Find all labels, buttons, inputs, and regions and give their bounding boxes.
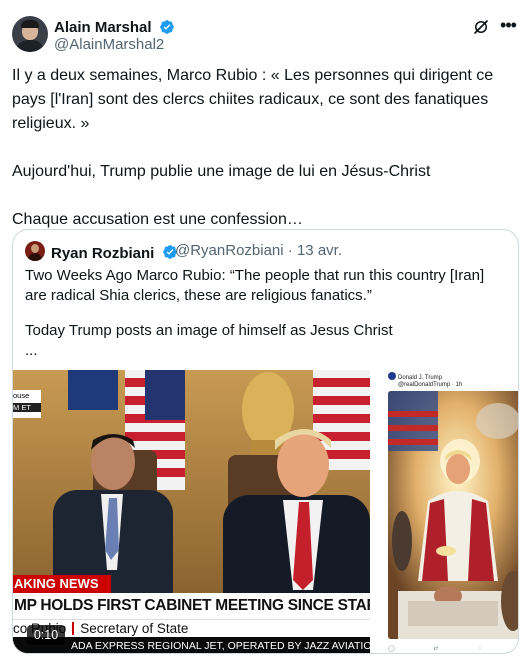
embedded-post-author: Donald J. Trump <box>398 375 443 381</box>
quoted-tweet-header: Ryan Rozbiani @RyanRozbiani · 13 avr. <box>25 240 505 262</box>
tweet-text: Il y a deux semaines, Marco Rubio : « Le… <box>12 64 518 232</box>
tweet-paragraph: Aujourd'hui, Trump publie une image de l… <box>12 163 431 180</box>
quoted-paragraph: Today Trump posts an image of himself as… <box>25 322 393 339</box>
video-duration-badge[interactable]: 0:10 <box>27 625 65 645</box>
grok-icon[interactable] <box>472 18 490 36</box>
quoted-author-avatar[interactable] <box>25 241 45 261</box>
embedded-post-meta: @realDonaldTrump · 1h <box>398 382 463 388</box>
news-headline: MP HOLDS FIRST CABINET MEETING SINCE STA… <box>13 593 370 619</box>
embedded-post-header: Donald J. Trump @realDonaldTrump · 1h <box>388 371 508 388</box>
video-player[interactable]: ouse M ET AKING NEWS MP HOLDS FIRST CABI… <box>13 370 370 653</box>
quoted-author-handle[interactable]: @RyanRozbiani <box>175 242 284 259</box>
author-handle[interactable]: @AlainMarshal2 <box>54 36 164 54</box>
quoted-author-name[interactable]: Ryan Rozbiani <box>51 242 178 263</box>
retruth-icon: ⇄ <box>433 646 439 652</box>
embedded-post-avatar <box>388 372 396 380</box>
speaker-lower-third: co RubioSecretary of State <box>13 619 370 637</box>
quoted-tweet-date[interactable]: 13 avr. <box>297 242 342 259</box>
embedded-post-actions: ◯ ⇄ ♡ ⇪ <box>388 645 518 653</box>
embedded-post-image <box>388 391 518 639</box>
quoted-author-name-text[interactable]: Ryan Rozbiani <box>51 245 154 262</box>
author-name[interactable]: Alain Marshal <box>54 16 175 37</box>
image-attachment[interactable]: Donald J. Trump @realDonaldTrump · 1h ◯ … <box>375 365 518 653</box>
quoted-paragraph: Two Weeks Ago Marco Rubio: “The people t… <box>25 267 485 304</box>
like-icon: ♡ <box>476 646 483 652</box>
verified-badge-icon <box>159 20 174 34</box>
speaker-title: Secretary of State <box>80 621 189 636</box>
author-name-text[interactable]: Alain Marshal <box>54 19 152 36</box>
channel-location-label: ouse M ET <box>13 390 41 418</box>
quoted-paragraph: ... <box>25 342 38 359</box>
channel-location-time: M ET <box>13 403 41 412</box>
breaking-news-banner: AKING NEWS <box>13 575 111 593</box>
channel-location-top: ouse <box>13 391 30 400</box>
quoted-tweet-text: Two Weeks Ago Marco Rubio: “The people t… <box>25 266 509 376</box>
news-ticker: ADA EXPRESS REGIONAL JET, OPERATED BY JA… <box>13 637 370 653</box>
author-avatar[interactable] <box>12 16 48 52</box>
more-options-icon[interactable]: ••• <box>498 16 518 36</box>
reply-icon: ◯ <box>388 646 395 652</box>
dot-separator: · <box>287 242 297 259</box>
quoted-author-handle-and-date: @RyanRozbiani · 13 avr. <box>175 242 342 260</box>
quoted-tweet-card[interactable]: Ryan Rozbiani @RyanRozbiani · 13 avr. Tw… <box>12 229 519 654</box>
separator <box>72 622 75 635</box>
tweet-paragraph: Il y a deux semaines, Marco Rubio : « Le… <box>12 67 494 132</box>
tweet-header: Alain Marshal @AlainMarshal2 ••• <box>12 12 518 54</box>
jesus-image-illustration <box>388 391 518 639</box>
